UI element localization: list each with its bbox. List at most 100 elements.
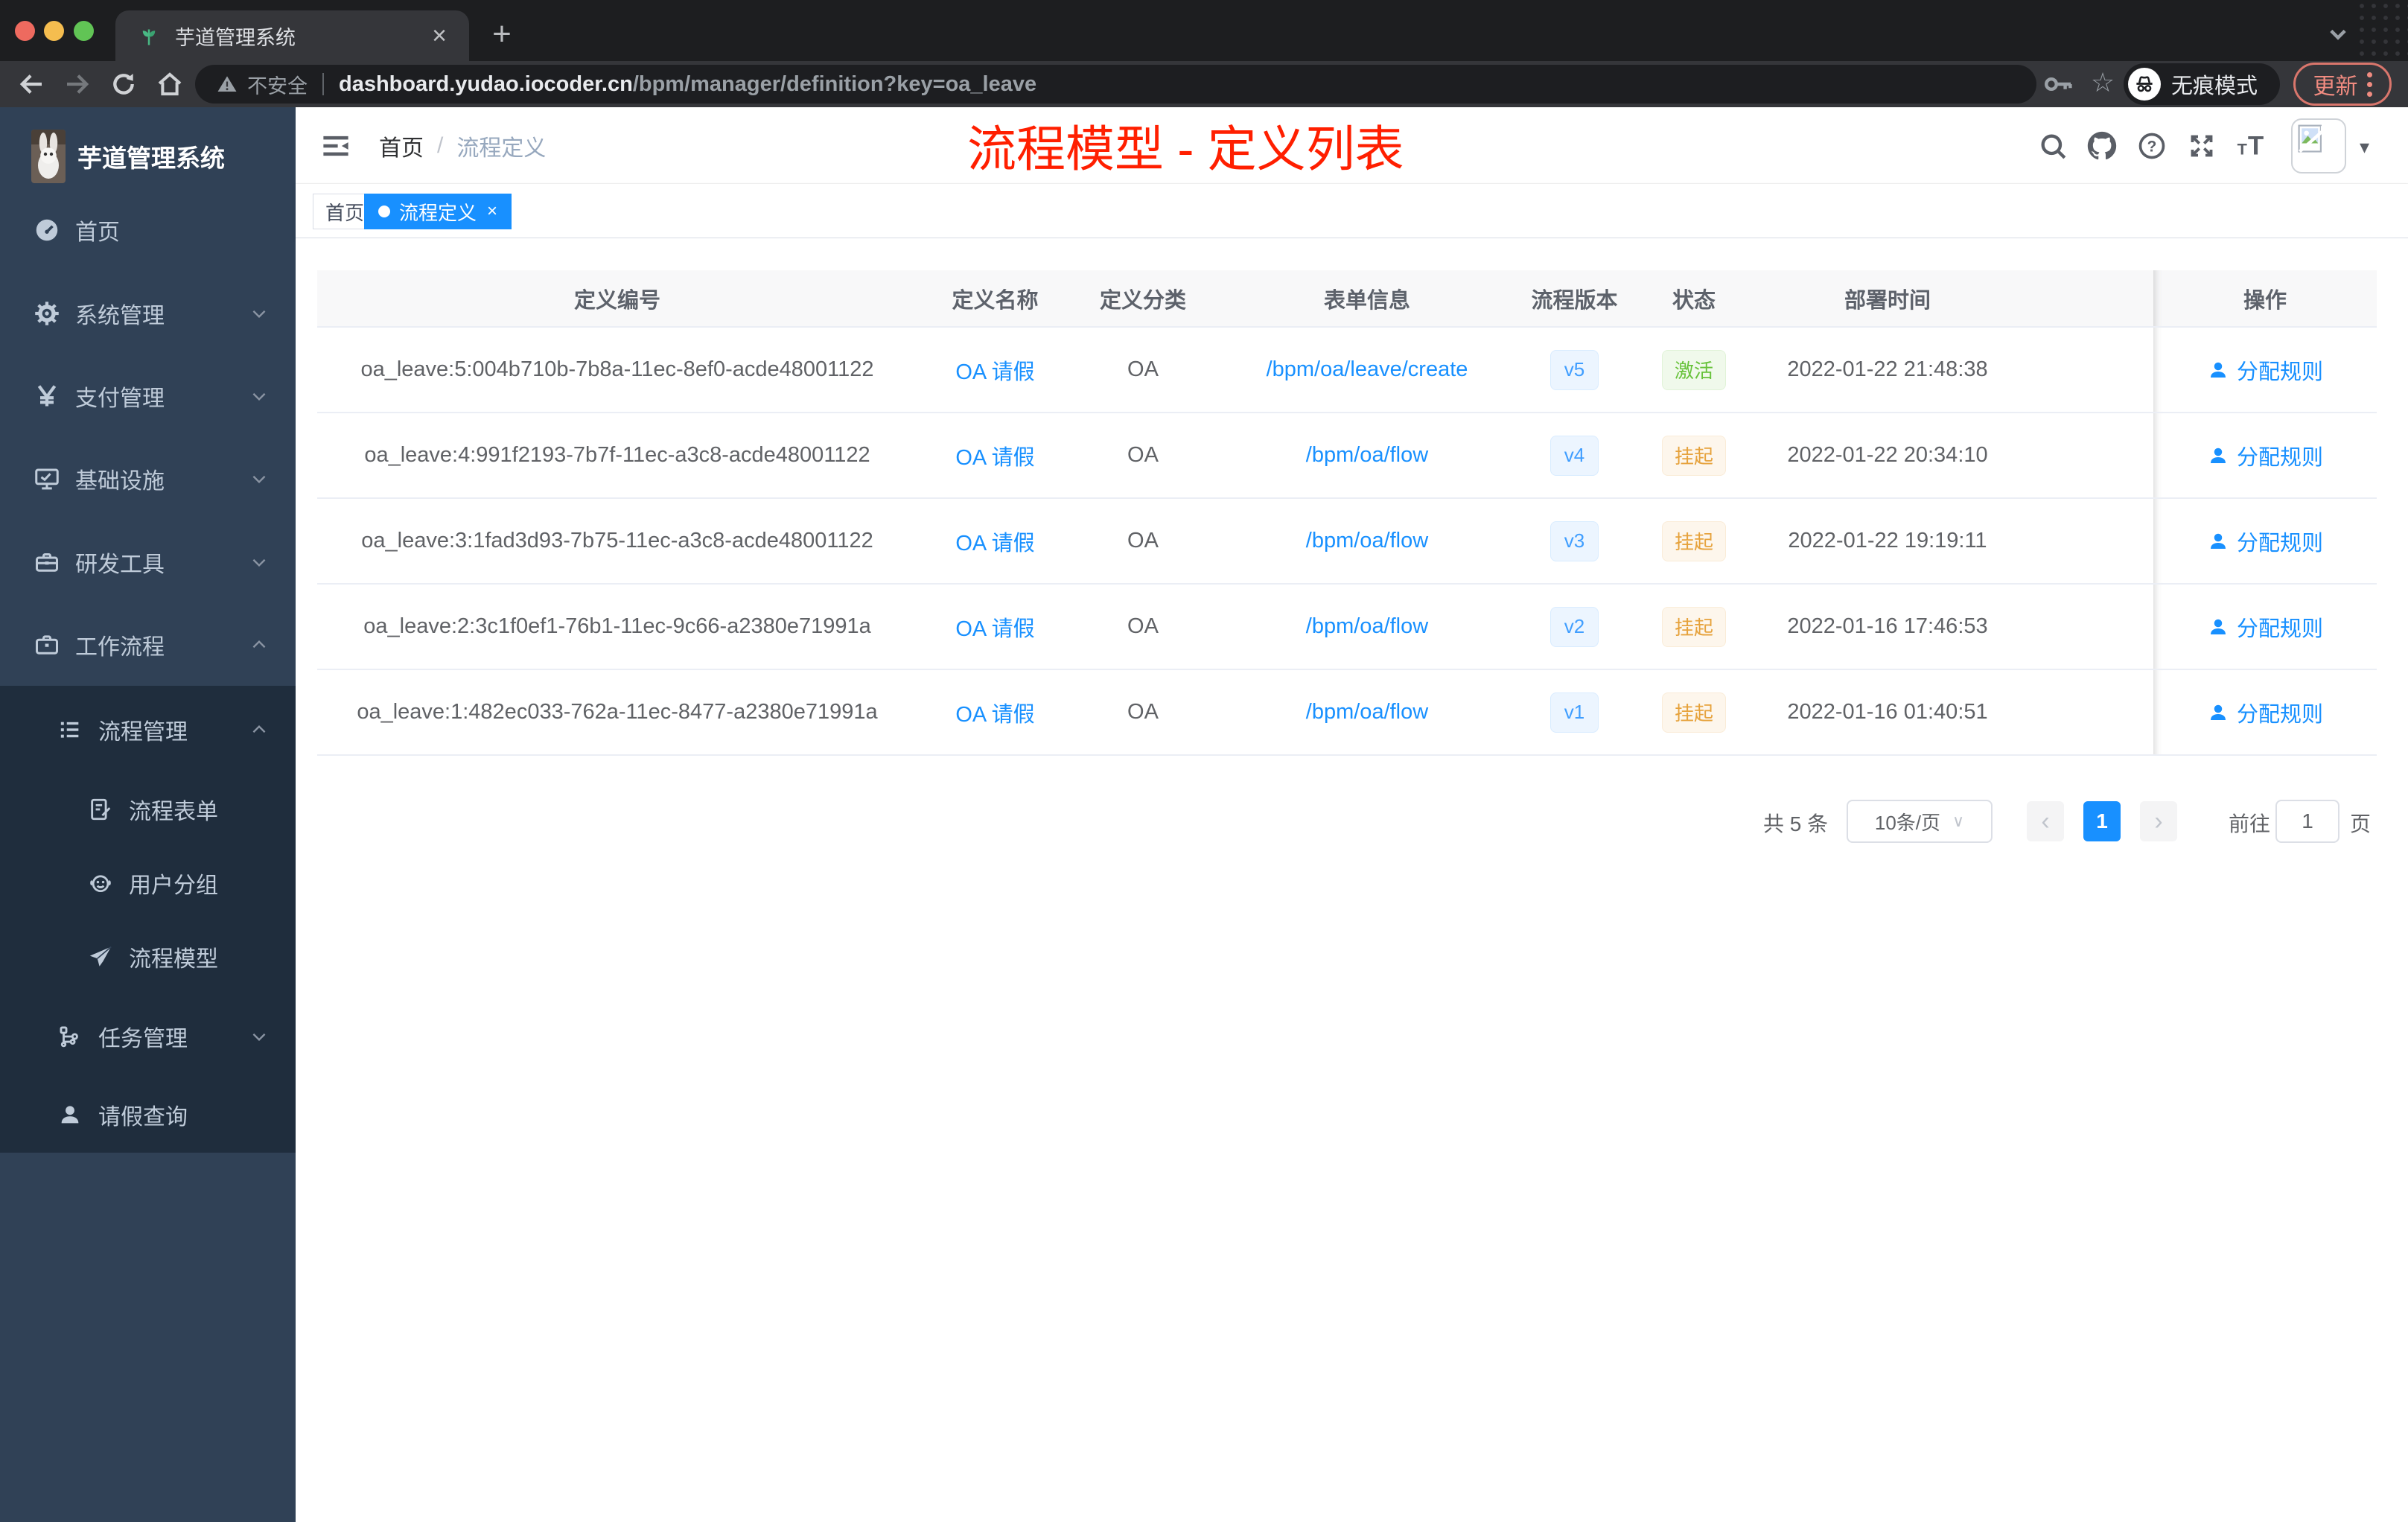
- github-icon[interactable]: [2087, 131, 2117, 161]
- forward-icon[interactable]: [60, 66, 95, 102]
- tab-close-icon[interactable]: ×: [429, 23, 450, 48]
- list-icon: [57, 716, 83, 743]
- sidebar-item-label: 基础设施: [75, 469, 165, 494]
- status-badge: 挂起: [1661, 606, 1726, 647]
- form-link[interactable]: /bpm/oa/flow: [1306, 700, 1428, 725]
- sidebar-item-process-form[interactable]: 流程表单: [0, 772, 296, 847]
- definition-category: OA: [1127, 443, 1159, 467]
- chevron-down-icon: [249, 553, 269, 572]
- column-header: 流程版本: [1531, 288, 1618, 313]
- assign-rule-button[interactable]: 分配规则: [2207, 526, 2323, 557]
- sidebar-item-workflow[interactable]: 工作流程: [0, 603, 296, 687]
- app-window: 芋道管理系统 首页 系统管理 支付管理 基础设施 研发工具 工作流程 流程管理 …: [0, 107, 2408, 1522]
- version-badge: v1: [1549, 692, 1599, 733]
- sidebar-item-task-management[interactable]: 任务管理: [0, 999, 296, 1074]
- status-badge: 挂起: [1661, 692, 1726, 733]
- password-key-icon[interactable]: [2040, 66, 2076, 102]
- browser-update-button[interactable]: 更新: [2293, 63, 2392, 106]
- sidebar-item-label: 流程模型: [129, 947, 218, 972]
- row-spacer: [2015, 499, 2153, 583]
- page-goto-input[interactable]: [2275, 800, 2339, 843]
- sidebar-item-process-management[interactable]: 流程管理: [0, 692, 296, 767]
- assign-rule-label: 分配规则: [2236, 445, 2323, 470]
- sidebar-item-label: 流程表单: [129, 800, 218, 824]
- tag-process-definition[interactable]: 流程定义 ×: [364, 194, 512, 229]
- sidebar: 芋道管理系统 首页 系统管理 支付管理 基础设施 研发工具 工作流程 流程管理 …: [0, 107, 296, 1522]
- window-zoom-button[interactable]: [74, 21, 94, 41]
- breadcrumb-separator: /: [437, 133, 444, 158]
- tag-close-icon[interactable]: ×: [487, 203, 497, 220]
- bookmark-star-icon[interactable]: ☆: [2085, 64, 2121, 100]
- user-icon: [2210, 362, 2226, 378]
- definition-name-link[interactable]: OA 请假: [955, 354, 1034, 386]
- chevron-up-icon: [249, 635, 269, 655]
- dashboard-icon: [34, 217, 60, 243]
- avatar-caret-icon[interactable]: ▾: [2360, 136, 2369, 159]
- sidebar-item-infrastructure[interactable]: 基础设施: [0, 437, 296, 520]
- pagination-total: 共 5 条: [1763, 812, 1829, 835]
- window-close-button[interactable]: [15, 21, 35, 41]
- gear-icon: [34, 300, 60, 327]
- pagination: 共 5 条 10条/页 ∨ ‹ 1 › 前往 页: [296, 799, 2408, 844]
- definition-name-link[interactable]: OA 请假: [955, 526, 1034, 557]
- sidebar-item-user-group[interactable]: 用户分组: [0, 846, 296, 920]
- sidebar-item-leave-query[interactable]: 请假查询: [0, 1077, 296, 1152]
- search-icon[interactable]: [2038, 131, 2068, 161]
- sidebar-item-label: 流程管理: [98, 720, 188, 745]
- app-title: 芋道管理系统: [77, 144, 225, 172]
- assign-rule-button[interactable]: 分配规则: [2207, 611, 2323, 643]
- sidebar-item-payment[interactable]: 支付管理: [0, 354, 296, 438]
- security-chip[interactable]: 不安全: [216, 70, 308, 99]
- new-tab-button[interactable]: +: [482, 16, 521, 55]
- definition-name-link[interactable]: OA 请假: [955, 697, 1034, 728]
- address-bar[interactable]: 不安全 dashboard.yudao.iocoder.cn/bpm/manag…: [195, 65, 2036, 104]
- prev-page-button[interactable]: ‹: [2027, 801, 2064, 841]
- home-icon[interactable]: [152, 66, 188, 102]
- table-row: oa_leave:1:482ec033-762a-11ec-8477-a2380…: [317, 670, 2377, 756]
- form-link[interactable]: /bpm/oa/leave/create: [1267, 357, 1468, 382]
- deploy-time: 2022-01-16 17:46:53: [1787, 614, 1988, 638]
- definition-id: oa_leave:3:1fad3d93-7b75-11ec-a3c8-acde4…: [361, 529, 873, 553]
- assign-rule-button[interactable]: 分配规则: [2207, 697, 2323, 728]
- sidebar-toggle-icon[interactable]: [320, 130, 351, 162]
- column-header: 定义名称: [952, 288, 1039, 313]
- assign-rule-button[interactable]: 分配规则: [2207, 354, 2323, 386]
- form-link[interactable]: /bpm/oa/flow: [1306, 529, 1428, 553]
- warning-icon: [217, 76, 237, 92]
- breadcrumb-home[interactable]: 首页: [379, 130, 424, 162]
- definition-name-link[interactable]: OA 请假: [955, 440, 1034, 471]
- tab-overflow-chevron-icon[interactable]: [2322, 18, 2354, 51]
- goto-unit-label: 页: [2350, 812, 2372, 835]
- sidebar-logo[interactable]: 芋道管理系统: [0, 118, 296, 195]
- font-size-icon[interactable]: T T: [2236, 131, 2266, 161]
- tab-title: 芋道管理系统: [175, 26, 296, 49]
- sidebar-item-process-model[interactable]: 流程模型: [0, 920, 296, 994]
- sidebar-item-system[interactable]: 系统管理: [0, 272, 296, 355]
- menu-kebab-icon[interactable]: [2366, 71, 2372, 97]
- chevron-down-icon: [249, 469, 269, 488]
- reload-icon[interactable]: [106, 66, 141, 102]
- definition-name-link[interactable]: OA 请假: [955, 611, 1034, 643]
- sidebar-item-home[interactable]: 首页: [0, 188, 296, 272]
- page-size-select[interactable]: 10条/页 ∨: [1847, 800, 1993, 843]
- sidebar-item-label: 首页: [75, 220, 120, 245]
- assign-rule-button[interactable]: 分配规则: [2207, 440, 2323, 471]
- form-link[interactable]: /bpm/oa/flow: [1306, 443, 1428, 468]
- window-minimize-button[interactable]: [44, 21, 64, 41]
- next-page-button[interactable]: ›: [2140, 801, 2177, 841]
- briefcase-icon: [34, 631, 60, 658]
- chevron-down-icon: [249, 1027, 269, 1046]
- table-row: oa_leave:2:3c1f0ef1-76b1-11ec-9c66-a2380…: [317, 585, 2377, 670]
- select-caret-icon: ∨: [1952, 812, 1965, 830]
- page-content: 定义编号 定义名称 定义分类 表单信息 流程版本 状态 部署时间 操作 oa_l…: [296, 238, 2408, 1522]
- sidebar-item-label: 研发工具: [75, 553, 165, 577]
- browser-tab[interactable]: 芋道管理系统 ×: [115, 10, 469, 61]
- form-link[interactable]: /bpm/oa/flow: [1306, 614, 1428, 639]
- fullscreen-icon[interactable]: [2187, 131, 2217, 161]
- incognito-label: 无痕模式: [2171, 74, 2258, 98]
- help-icon[interactable]: ?: [2137, 131, 2167, 161]
- sidebar-item-devtools[interactable]: 研发工具: [0, 520, 296, 604]
- page-number-active[interactable]: 1: [2083, 801, 2121, 841]
- avatar[interactable]: [2291, 118, 2346, 173]
- back-icon[interactable]: [13, 66, 49, 102]
